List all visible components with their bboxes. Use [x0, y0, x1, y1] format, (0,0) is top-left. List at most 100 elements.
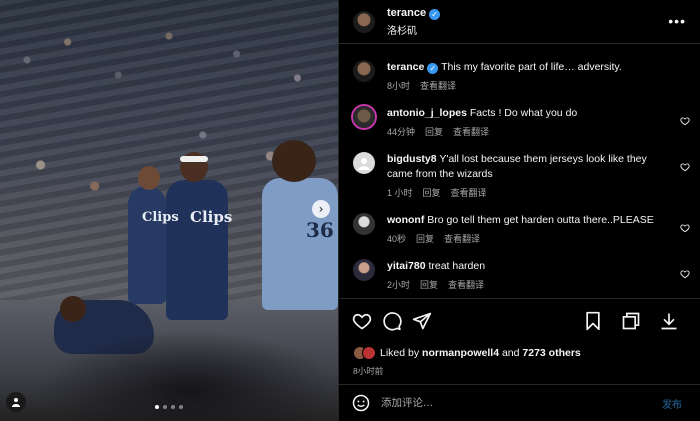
comment-username[interactable]: yitai780 — [387, 260, 426, 272]
verified-badge-icon: ✓ — [427, 63, 439, 74]
translate-link[interactable]: 查看翻译 — [448, 278, 484, 291]
location-link[interactable]: 洛杉矶 — [387, 22, 440, 37]
post-media[interactable]: Clips Clips 36 › — [0, 0, 338, 421]
caption-meta: 8小时 查看翻译 — [387, 79, 664, 92]
comment-icon[interactable] — [381, 310, 403, 332]
avatar[interactable] — [353, 213, 375, 235]
avatar[interactable] — [353, 10, 375, 33]
caption-row: terance ✓ This my favorite part of life… … — [339, 60, 700, 92]
more-options-icon[interactable]: ••• — [668, 14, 686, 28]
reply-link[interactable]: 回复 — [416, 232, 434, 245]
avatar[interactable] — [353, 60, 375, 82]
photo-player-right-head — [272, 140, 316, 182]
carousel-dot — [163, 405, 167, 409]
photo-player-left — [128, 186, 166, 304]
caption-username[interactable]: terance — [387, 61, 424, 73]
reply-link[interactable]: 回复 — [420, 278, 438, 291]
avatar[interactable] — [353, 106, 375, 128]
translate-link[interactable]: 查看翻译 — [420, 79, 456, 92]
comment-time: 40秒 — [387, 234, 407, 244]
post-timestamp[interactable]: 8小时前 — [353, 365, 383, 377]
photo-foreground-blur — [40, 330, 338, 421]
comment-list[interactable]: terance ✓ This my favorite part of life… … — [339, 52, 700, 296]
likes-and: and — [499, 347, 523, 359]
comment-text: wononf Bro go tell them get harden outta… — [387, 213, 664, 228]
emoji-icon[interactable] — [351, 393, 371, 413]
carousel-dot — [155, 405, 159, 409]
heart-icon[interactable] — [680, 223, 690, 233]
share-icon[interactable] — [411, 310, 433, 332]
user-tag-icon[interactable] — [6, 392, 26, 412]
likes-user[interactable]: normanpowell4 — [422, 347, 499, 359]
carousel-indicator — [155, 405, 183, 409]
carousel-dot — [171, 405, 175, 409]
comment-text: antonio_j_lopes Facts ! Do what you do — [387, 106, 664, 121]
jersey-number-right: 36 — [306, 218, 334, 242]
photo-player-center — [166, 180, 228, 320]
comment-time: 44分钟 — [387, 127, 416, 137]
photo-player-right — [262, 178, 338, 310]
comment-username[interactable]: wononf — [387, 214, 424, 226]
comment-item: yitai780 treat harden 2小时 回复 查看翻译 — [339, 259, 700, 291]
heart-icon[interactable] — [351, 310, 373, 332]
likes-prefix: Liked by — [380, 347, 423, 359]
comment-item: antonio_j_lopes Facts ! Do what you do 4… — [339, 106, 700, 138]
photo-fallen-player-head — [60, 296, 86, 322]
translate-link[interactable]: 查看翻译 — [451, 186, 487, 199]
add-comment-bar: 发布 — [339, 384, 700, 421]
likes-summary[interactable]: Liked by normanpowell4 and 7273 others — [353, 346, 581, 360]
avatar — [362, 346, 376, 360]
post-action-bar — [339, 298, 700, 342]
post-side-panel: terance ✓ 洛杉矶 ••• terance ✓ This my favori… — [338, 0, 700, 421]
download-icon[interactable] — [658, 310, 680, 332]
post-viewer: Clips Clips 36 › terance ✓ 洛杉矶 ••• teran… — [0, 0, 700, 421]
likes-others[interactable]: 7273 others — [522, 347, 580, 359]
avatar[interactable] — [353, 152, 375, 174]
default-avatar-icon — [358, 158, 370, 170]
jersey-lettering-center: Clips — [190, 208, 233, 226]
comment-body: wononf Bro go tell them get harden outta… — [387, 213, 686, 245]
caption-text: terance ✓ This my favorite part of life… … — [387, 60, 664, 75]
caption-content: This my favorite part of life… adversity… — [441, 61, 622, 73]
reply-link[interactable]: 回复 — [423, 186, 441, 199]
action-bar-right — [582, 310, 688, 332]
reply-link[interactable]: 回复 — [425, 125, 443, 138]
comment-text: yitai780 treat harden — [387, 259, 664, 274]
jersey-lettering-left: Clips — [142, 210, 179, 225]
next-arrow-icon[interactable]: › — [312, 200, 330, 218]
repost-icon[interactable] — [620, 310, 642, 332]
comment-username[interactable]: antonio_j_lopes — [387, 107, 467, 119]
comment-meta: 2小时 回复 查看翻译 — [387, 278, 664, 291]
comment-body: bigdusty8 Y'all lost because them jersey… — [387, 152, 686, 199]
header-username[interactable]: terance — [387, 7, 426, 19]
heart-icon[interactable] — [680, 116, 690, 126]
avatar[interactable] — [353, 259, 375, 281]
carousel-dot — [179, 405, 183, 409]
post-comment-button[interactable]: 发布 — [662, 396, 682, 411]
comment-item: wononf Bro go tell them get harden outta… — [339, 213, 700, 245]
comment-text: bigdusty8 Y'all lost because them jersey… — [387, 152, 664, 182]
comment-content: treat harden — [428, 260, 486, 272]
bookmark-icon[interactable] — [582, 310, 604, 332]
comment-body: yitai780 treat harden 2小时 回复 查看翻译 — [387, 259, 686, 291]
translate-link[interactable]: 查看翻译 — [453, 125, 489, 138]
comment-meta: 44分钟 回复 查看翻译 — [387, 125, 664, 138]
caption-body: terance ✓ This my favorite part of life… … — [387, 60, 686, 92]
comment-username[interactable]: bigdusty8 — [387, 153, 437, 165]
verified-badge-icon: ✓ — [429, 8, 441, 20]
photo-player-left-head — [138, 166, 160, 190]
translate-link[interactable]: 查看翻译 — [444, 232, 480, 245]
comment-content: Bro go tell them get harden outta there.… — [427, 214, 654, 226]
heart-icon[interactable] — [680, 162, 690, 172]
comment-body: antonio_j_lopes Facts ! Do what you do 4… — [387, 106, 686, 138]
post-header: terance ✓ 洛杉矶 ••• — [339, 0, 700, 44]
comment-input[interactable] — [381, 397, 662, 409]
comment-time: 2小时 — [387, 280, 411, 290]
heart-icon[interactable] — [680, 269, 690, 279]
comment-meta: 1 小时 回复 查看翻译 — [387, 186, 664, 199]
photo-headband — [180, 156, 208, 162]
likes-text: Liked by normanpowell4 and 7273 others — [380, 347, 581, 359]
caption-time: 8小时 — [387, 81, 411, 91]
post-header-text: terance ✓ 洛杉矶 — [387, 7, 441, 37]
comment-meta: 40秒 回复 查看翻译 — [387, 232, 664, 245]
